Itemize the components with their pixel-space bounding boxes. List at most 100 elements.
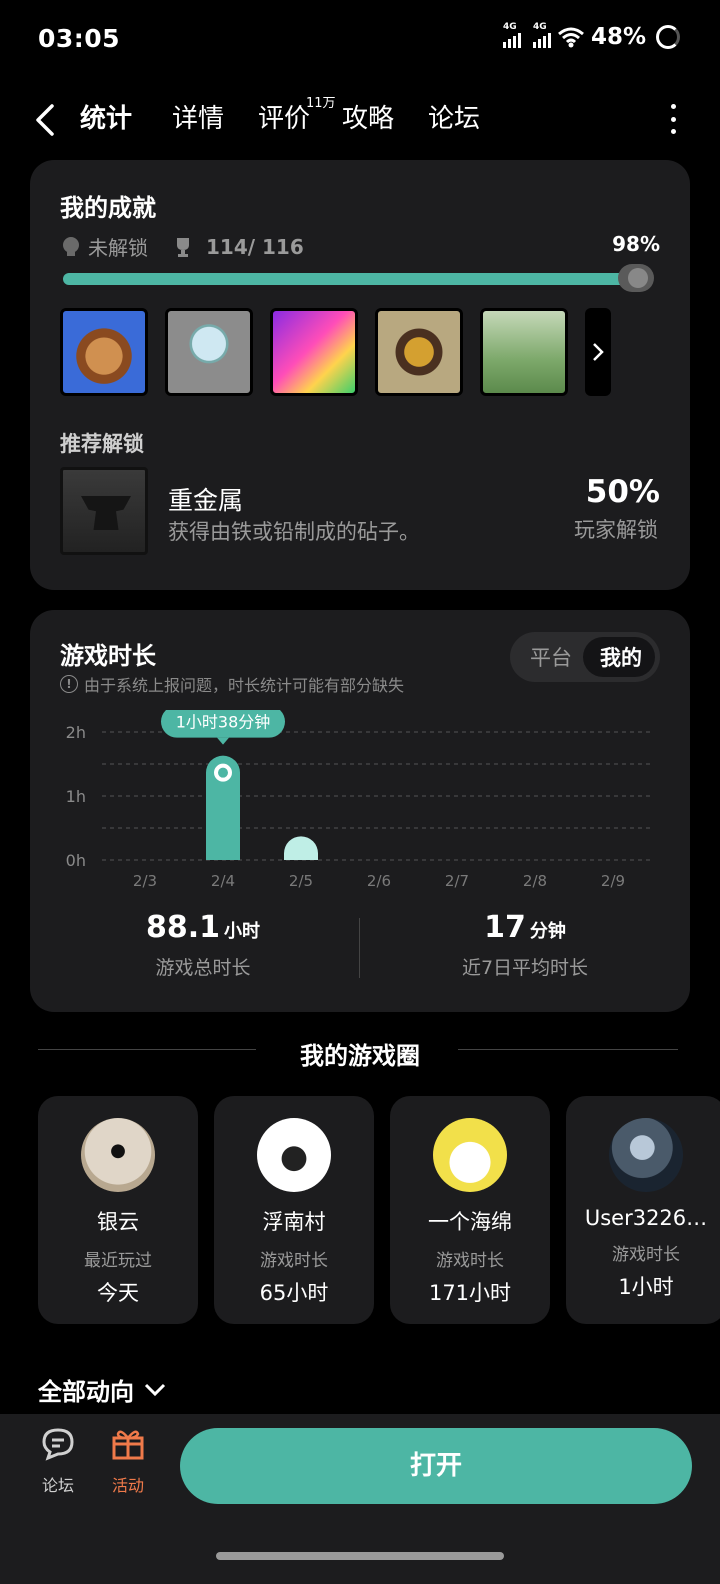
source-toggle[interactable]: 平台 我的 [510,632,660,682]
achievement-icon[interactable] [165,308,253,396]
x-tick-label: 2/6 [367,872,391,890]
wifi-icon [557,27,584,48]
achievements-meta: 未解锁 114/ 116 [60,232,304,261]
avg-playtime: 17 分钟 近7日平均时长 [360,910,690,980]
avatar [433,1118,507,1192]
achievement-icon[interactable] [60,308,148,396]
playtime-chart: 0h 1h 2h 2/3 1小时38分钟 2/4 2/5 2/6 2/7 2/8 2/9 [66,710,652,890]
all-updates-dropdown[interactable]: 全部动向 [38,1372,168,1407]
achievement-icon[interactable] [270,308,358,396]
avatar [257,1118,331,1192]
game-circle-title: 我的游戏圈 [300,1042,420,1070]
recommend-percent: 50% [585,474,660,510]
recommend-percent-label: 玩家解锁 [574,518,658,542]
locked-trophy-icon [63,236,79,256]
total-label: 游戏总时长 [155,957,251,979]
tab-details[interactable]: 详情 [172,98,224,135]
cell-signal-icon: 4G [502,22,521,48]
avg-value: 17 [484,910,526,945]
y-tick-label: 1h [66,787,86,806]
review-count-badge: 11万 [306,96,336,111]
achievement-icon[interactable] [375,308,463,396]
status-bar: 03:05 4G 4G 48% [0,0,720,80]
friend-sub: 游戏时长 [612,1245,680,1265]
total-value: 88.1 [145,910,221,945]
top-nav: 统计 详情 评价 11万 攻略 论坛 [0,90,720,150]
cell-signal-icon: 4G [532,22,551,48]
chart-bar[interactable] [206,755,240,860]
divider [458,1049,678,1050]
battery-percent: 48% [590,24,646,50]
achievement-percent: 98% [612,232,660,256]
chevron-right-icon[interactable] [585,308,611,396]
friend-value: 1小时 [618,1275,674,1299]
open-game-button[interactable]: 打开 [180,1428,692,1504]
y-tick-label: 2h [66,723,86,742]
x-tick-label: 2/3 [133,872,157,890]
trophy-icon [177,237,189,257]
home-indicator[interactable] [216,1552,504,1560]
total-unit: 小时 [224,921,261,942]
tab-stats[interactable]: 统计 [80,98,132,135]
tab-guides[interactable]: 攻略 [342,98,394,135]
friend-name: 一个海绵 [428,1210,512,1234]
achievements-title: 我的成就 [60,194,156,222]
friend-name: 浮南村 [262,1210,326,1234]
total-playtime: 88.1 小时 游戏总时长 [38,910,368,980]
achievement-count: 114/ 116 [206,234,304,259]
bar-tooltip: 1小时38分钟 [161,710,285,745]
achievements-card[interactable]: 我的成就 未解锁 114/ 116 98% 推荐解锁 重金属 获得由铁或铅制成的… [30,160,690,590]
all-updates-label: 全部动向 [38,1378,134,1406]
battery-icon [656,25,680,49]
activity-label: 活动 [111,1476,144,1495]
recommend-desc: 获得由铁或铅制成的砧子。 [168,520,420,544]
achievement-icons [60,308,611,396]
game-circle-header: 我的游戏圈 [38,1030,682,1070]
achievement-progress-bar [63,273,638,285]
playtime-totals: 88.1 小时 游戏总时长 17 分钟 近7日平均时长 [30,910,690,990]
tooltip-text: 1小时38分钟 [176,713,271,732]
playtime-notice: ! 由于系统上报问题，时长统计可能有部分缺失 [60,672,404,696]
forum-icon [42,1428,74,1461]
friend-sub: 游戏时长 [260,1251,328,1271]
tab-forum[interactable]: 论坛 [428,98,480,135]
toggle-mine[interactable]: 我的 [600,642,642,672]
playtime-card: 游戏时长 ! 由于系统上报问题，时长统计可能有部分缺失 平台 我的 0h 1h 2h… [30,610,690,1012]
playtime-title: 游戏时长 [60,642,156,670]
forum-label: 论坛 [41,1476,74,1495]
x-tick-label: 2/9 [601,872,625,890]
avg-label: 近7日平均时长 [461,957,589,979]
friend-card[interactable]: User3226… 游戏时长 1小时 [566,1096,720,1324]
tab-reviews[interactable]: 评价 [258,98,310,135]
progress-end-icon [618,264,654,292]
x-tick-label: 2/8 [523,872,547,890]
avatar [81,1118,155,1192]
toggle-platform[interactable]: 平台 [530,642,572,672]
x-tick-label: 2/5 [289,872,313,890]
y-tick-label: 0h [66,851,86,870]
achievement-icon[interactable] [480,308,568,396]
avatar [609,1118,683,1192]
friend-sub: 最近玩过 [84,1251,152,1271]
friend-value: 65小时 [259,1281,329,1305]
recommend-label: 推荐解锁 [60,432,144,456]
notice-text: 由于系统上报问题，时长统计可能有部分缺失 [84,676,405,695]
chart-bar[interactable] [284,836,318,860]
anvil-achievement-icon [60,467,148,555]
friends-list: 银云 最近玩过 今天 浮南村 游戏时长 65小时 一个海绵 游戏时长 171小时… [38,1096,720,1324]
more-options-icon[interactable] [670,104,676,134]
friend-sub: 游戏时长 [436,1251,504,1271]
friend-card[interactable]: 银云 最近玩过 今天 [38,1096,198,1324]
bottom-bar: 论坛 活动 打开 [0,1414,720,1584]
activity-nav-item[interactable]: 活动 [98,1424,158,1496]
status-icons: 4G 4G 48% [502,22,680,50]
info-icon: ! [60,675,78,693]
recommend-name: 重金属 [168,486,244,515]
friend-name: 银云 [97,1210,139,1234]
friend-card[interactable]: 一个海绵 游戏时长 171小时 [390,1096,550,1324]
friend-card[interactable]: 浮南村 游戏时长 65小时 [214,1096,374,1324]
friend-name: User3226… [584,1206,708,1230]
back-icon[interactable] [30,100,60,140]
friend-value: 今天 [97,1281,139,1305]
forum-nav-item[interactable]: 论坛 [28,1424,88,1496]
